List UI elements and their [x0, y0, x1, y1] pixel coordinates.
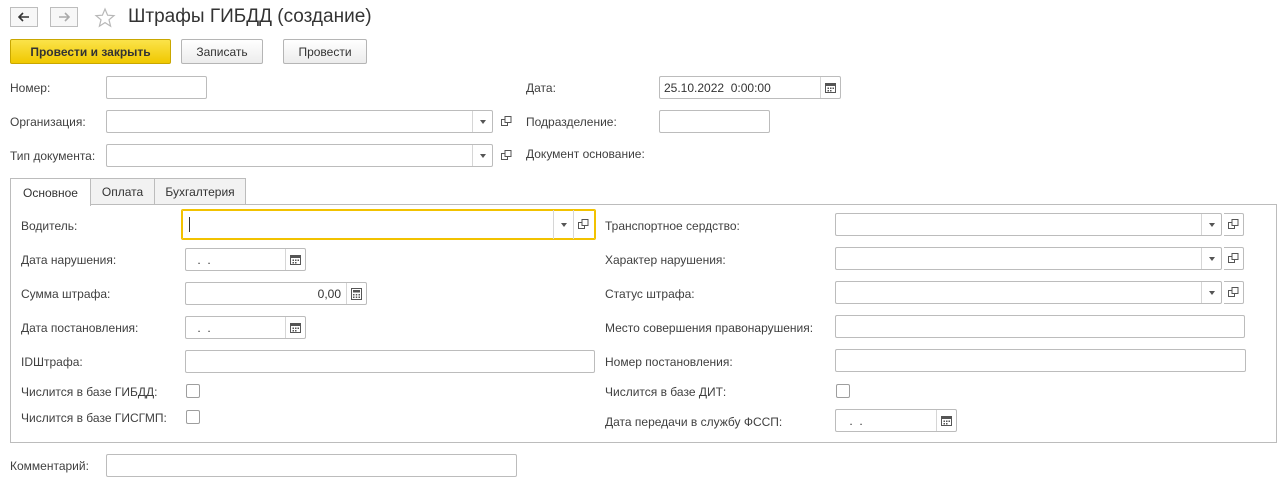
in-dit-label: Числится в базе ДИТ:	[605, 385, 727, 399]
open-link-icon	[578, 219, 589, 229]
doc-type-open-button[interactable]	[496, 144, 516, 167]
post-button[interactable]: Провести	[283, 39, 367, 64]
chevron-down-icon	[1208, 256, 1215, 261]
resolution-date-field[interactable]: . .	[185, 316, 306, 339]
calendar-icon	[941, 416, 952, 426]
driver-dropdown-button[interactable]	[553, 210, 573, 239]
organization-field[interactable]	[106, 110, 493, 133]
text-cursor	[189, 217, 190, 232]
fine-amount-value: 0,00	[317, 287, 341, 301]
organization-label: Организация:	[10, 115, 86, 129]
page-title: Штрафы ГИБДД (создание)	[128, 6, 372, 27]
date-field[interactable]: 25.10.2022 0:00:00	[659, 76, 841, 99]
vehicle-dropdown-button[interactable]	[1201, 214, 1221, 235]
star-icon	[94, 7, 116, 28]
doc-type-dropdown-button[interactable]	[472, 145, 492, 166]
fine-id-label: IDШтрафа:	[21, 355, 83, 369]
driver-open-button[interactable]	[573, 210, 593, 239]
fssp-date-field[interactable]: . .	[835, 409, 957, 432]
open-link-icon	[1228, 219, 1239, 229]
driver-field[interactable]	[181, 209, 596, 240]
calendar-icon	[290, 323, 301, 333]
driver-label: Водитель:	[21, 219, 78, 233]
in-gisgmp-checkbox[interactable]	[186, 410, 200, 424]
resolution-date-value: . .	[194, 321, 211, 335]
doc-type-label: Тип документа:	[10, 149, 96, 163]
arrow-right-icon	[59, 12, 70, 22]
fine-amount-field[interactable]: 0,00	[185, 282, 367, 305]
resolution-date-label: Дата постановления:	[21, 321, 139, 335]
open-link-icon	[500, 116, 511, 126]
in-gibdd-checkbox[interactable]	[186, 384, 200, 398]
number-label: Номер:	[10, 81, 51, 95]
violation-date-value: . .	[194, 253, 211, 267]
open-link-icon	[1228, 253, 1239, 263]
fine-id-field[interactable]	[185, 350, 595, 373]
comment-label: Комментарий:	[10, 459, 89, 473]
resolution-date-calendar-button[interactable]	[285, 317, 305, 338]
organization-dropdown-button[interactable]	[472, 111, 492, 132]
chevron-down-icon	[1208, 222, 1215, 227]
fine-status-field[interactable]	[835, 281, 1222, 304]
fssp-date-value: . .	[846, 414, 863, 428]
fine-status-label: Статус штрафа:	[605, 287, 695, 301]
calendar-icon	[825, 83, 836, 93]
vehicle-label: Транспортное сердство:	[605, 219, 740, 233]
violation-date-calendar-button[interactable]	[285, 249, 305, 270]
comment-field[interactable]	[106, 454, 517, 477]
violation-place-label: Место совершения правонарушения:	[605, 321, 814, 335]
date-value: 25.10.2022 0:00:00	[664, 81, 771, 95]
resolution-number-label: Номер постановления:	[605, 355, 733, 369]
violation-type-dropdown-button[interactable]	[1201, 248, 1221, 269]
fine-amount-label: Сумма штрафа:	[21, 287, 111, 301]
violation-date-label: Дата нарушения:	[21, 253, 117, 267]
violation-type-field[interactable]	[835, 247, 1222, 270]
in-gisgmp-label: Числится в базе ГИСГМП:	[21, 411, 167, 425]
tab-accounting[interactable]: Бухгалтерия	[154, 178, 246, 205]
calculator-button[interactable]	[346, 283, 366, 304]
number-field[interactable]	[106, 76, 207, 99]
in-gibdd-label: Числится в базе ГИБДД:	[21, 385, 158, 399]
arrow-left-icon	[18, 12, 29, 22]
fssp-date-label: Дата передачи в службу ФССП:	[605, 415, 783, 429]
forward-button[interactable]	[50, 7, 78, 27]
open-link-icon	[1228, 287, 1239, 297]
doc-type-field[interactable]	[106, 144, 493, 167]
fine-status-dropdown-button[interactable]	[1201, 282, 1221, 303]
chevron-down-icon	[479, 119, 486, 124]
chevron-down-icon	[479, 153, 486, 158]
open-link-icon	[500, 150, 511, 160]
tab-payment[interactable]: Оплата	[90, 178, 155, 205]
violation-type-label: Характер нарушения:	[605, 253, 726, 267]
calendar-button[interactable]	[820, 77, 840, 98]
department-label: Подразделение:	[526, 115, 617, 129]
calendar-icon	[290, 255, 301, 265]
vehicle-open-button[interactable]	[1224, 213, 1244, 236]
calculator-icon	[351, 287, 362, 300]
violation-place-field[interactable]	[835, 315, 1245, 338]
post-and-close-button[interactable]: Провести и закрыть	[10, 39, 171, 64]
organization-open-button[interactable]	[496, 110, 516, 133]
chevron-down-icon	[1208, 290, 1215, 295]
tab-main[interactable]: Основное	[10, 178, 91, 206]
violation-type-open-button[interactable]	[1224, 247, 1244, 270]
chevron-down-icon	[560, 222, 567, 227]
fine-status-open-button[interactable]	[1224, 281, 1244, 304]
save-button[interactable]: Записать	[181, 39, 263, 64]
department-field[interactable]	[659, 110, 770, 133]
fssp-date-calendar-button[interactable]	[936, 410, 956, 431]
favorite-button[interactable]	[94, 7, 116, 29]
violation-date-field[interactable]: . .	[185, 248, 306, 271]
resolution-number-field[interactable]	[835, 349, 1246, 372]
base-doc-label: Документ основание:	[526, 147, 645, 161]
vehicle-field[interactable]	[835, 213, 1222, 236]
back-button[interactable]	[10, 7, 38, 27]
in-dit-checkbox[interactable]	[836, 384, 850, 398]
date-label: Дата:	[526, 81, 556, 95]
